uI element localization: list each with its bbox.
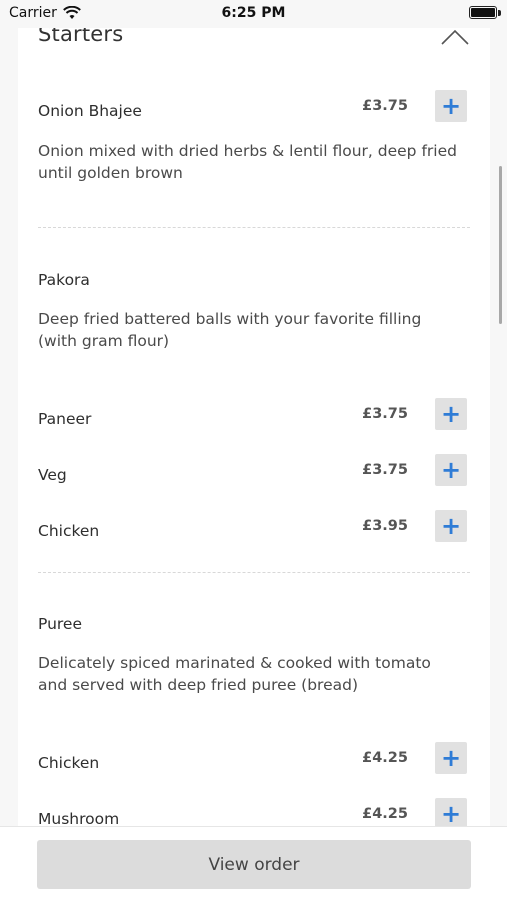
divider [38, 572, 470, 573]
option-name-puree-chicken: Chicken [38, 754, 100, 772]
add-pakora-veg-button[interactable]: + [435, 454, 467, 486]
plus-icon: + [440, 512, 462, 540]
plus-icon: + [440, 92, 462, 120]
option-name-pakora-veg: Veg [38, 466, 67, 484]
plus-icon: + [440, 400, 462, 428]
footer-bar: View order [0, 826, 507, 900]
option-price-puree-mushroom: £4.25 [362, 806, 408, 822]
option-name-pakora-chicken: Chicken [38, 522, 100, 540]
group-name-puree: Puree [38, 615, 83, 633]
add-onion-bhajee-button[interactable]: + [435, 90, 467, 122]
menu-section-card: Starters Onion Bhajee £3.75 + Onion mixe… [18, 0, 490, 826]
battery-tip [498, 10, 501, 16]
item-description-onion-bhajee: Onion mixed with dried herbs & lentil fl… [38, 142, 457, 182]
option-price-pakora-chicken: £3.95 [362, 518, 408, 534]
divider [38, 227, 470, 228]
chevron-up-icon[interactable] [440, 28, 470, 46]
item-price-onion-bhajee: £3.75 [362, 98, 408, 114]
add-puree-mushroom-button[interactable]: + [435, 798, 467, 826]
option-price-pakora-paneer: £3.75 [362, 406, 408, 422]
option-price-puree-chicken: £4.25 [362, 750, 408, 766]
plus-icon: + [440, 744, 462, 772]
plus-icon: + [440, 800, 462, 826]
option-name-pakora-paneer: Paneer [38, 410, 92, 428]
group-name-pakora: Pakora [38, 271, 90, 289]
option-name-puree-mushroom: Mushroom [38, 810, 120, 826]
battery-icon [469, 6, 497, 19]
status-bar: Carrier 6:25 PM [0, 0, 507, 28]
add-puree-chicken-button[interactable]: + [435, 742, 467, 774]
option-price-pakora-veg: £3.75 [362, 462, 408, 478]
plus-icon: + [440, 456, 462, 484]
group-description-puree: Delicately spiced marinated & cooked wit… [38, 654, 431, 694]
add-pakora-paneer-button[interactable]: + [435, 398, 467, 430]
view-order-button[interactable]: View order [37, 840, 471, 889]
clock: 6:25 PM [221, 5, 286, 21]
add-pakora-chicken-button[interactable]: + [435, 510, 467, 542]
item-name-onion-bhajee: Onion Bhajee [38, 102, 142, 120]
scrollbar[interactable] [499, 166, 502, 324]
group-description-pakora: Deep fried battered balls with your favo… [38, 310, 422, 350]
